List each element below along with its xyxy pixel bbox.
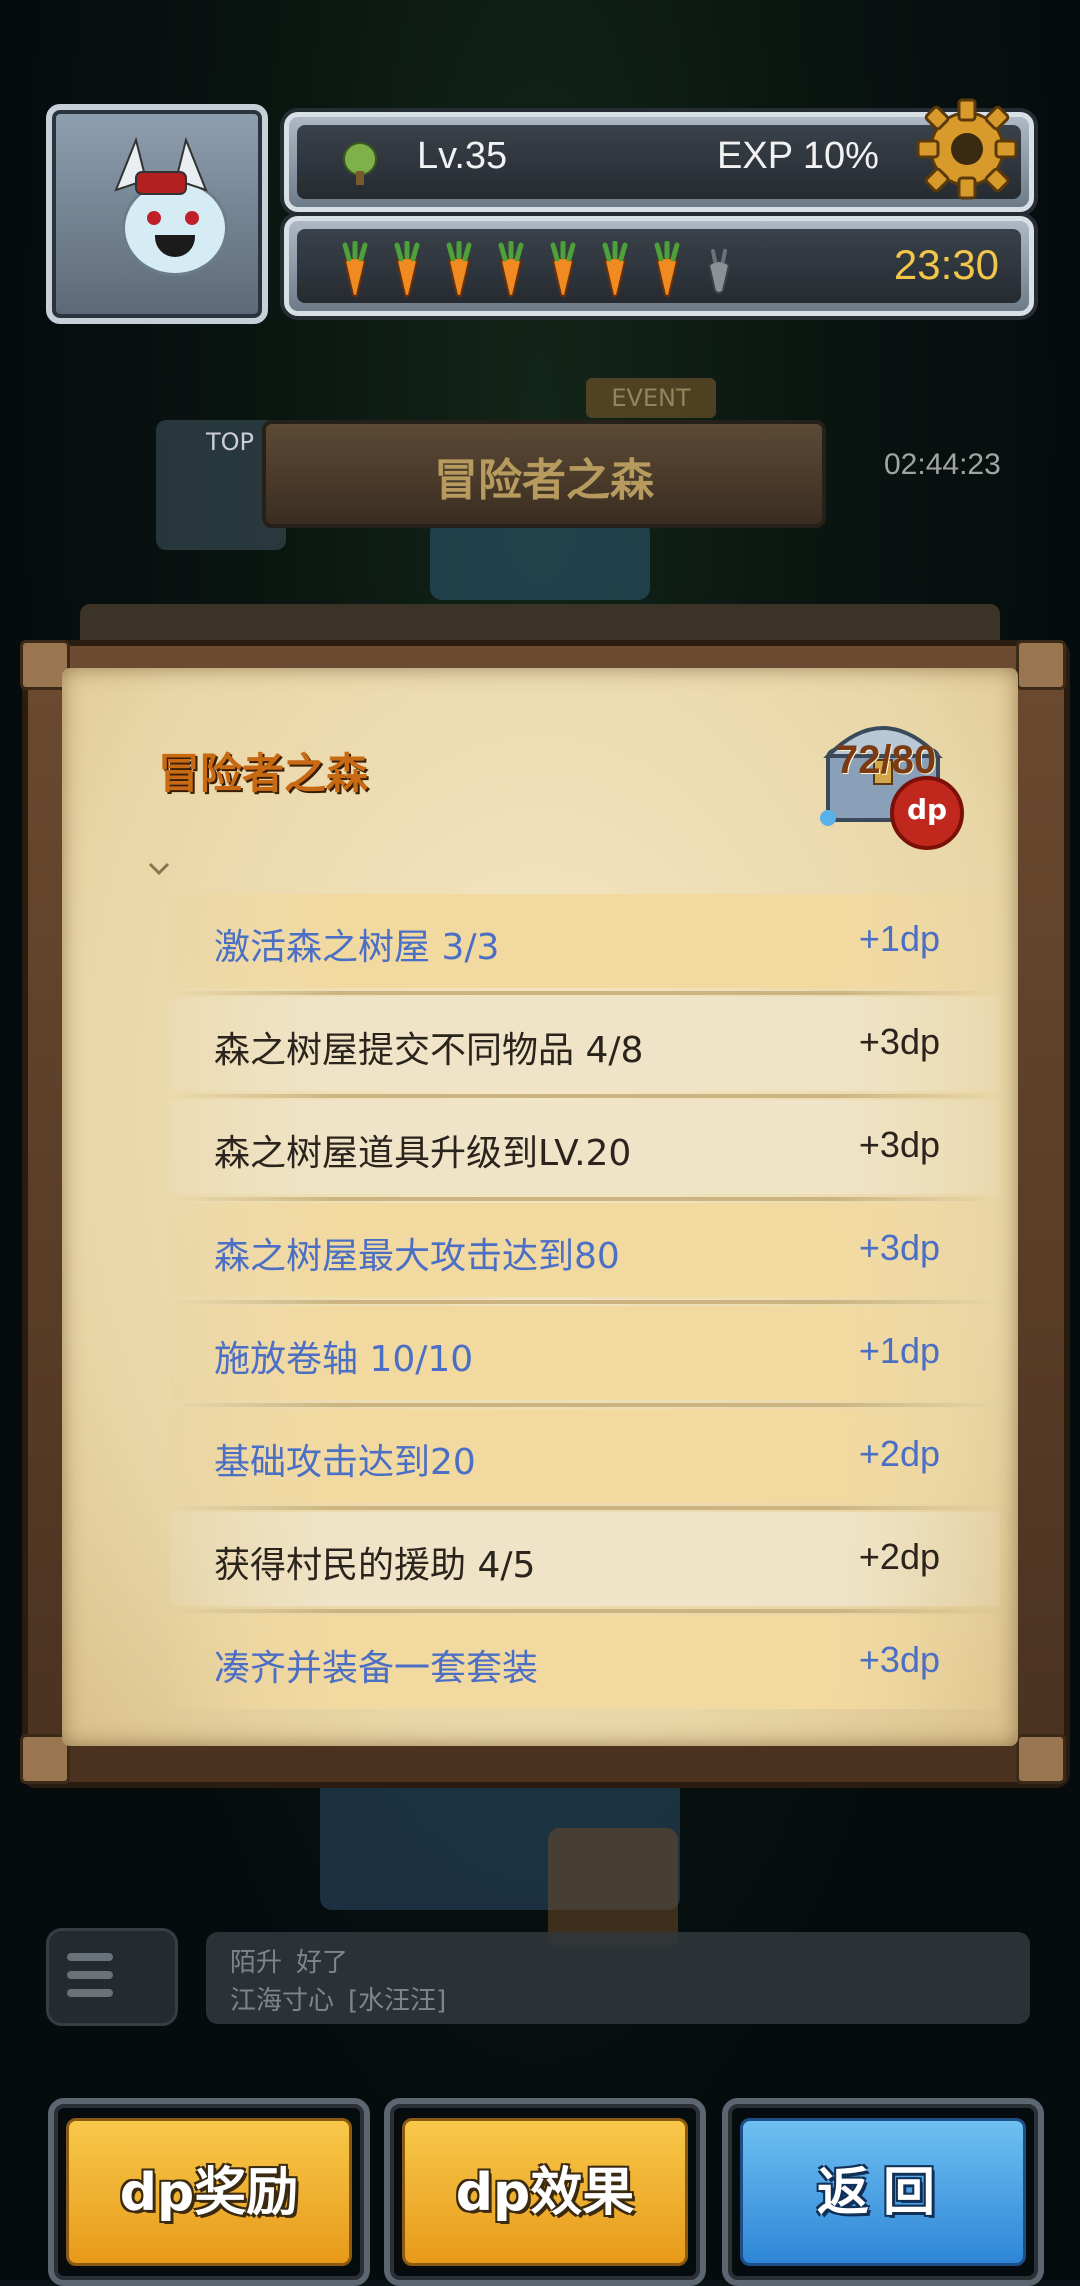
tree-icon bbox=[343, 142, 377, 185]
player-avatar[interactable] bbox=[46, 104, 268, 324]
chat-message: [水汪汪] bbox=[348, 1986, 447, 2016]
task-row[interactable]: 获得村民的援助 4/5 +2dp bbox=[170, 1512, 1000, 1613]
task-label: 施放卷轴 10/10 bbox=[214, 1339, 474, 1380]
chat-line: 陌升 好了 bbox=[230, 1942, 348, 1979]
task-row[interactable]: 森之树屋道具升级到LV.20 +3dp bbox=[170, 1100, 1000, 1201]
exp-text: EXP 10% bbox=[717, 135, 879, 177]
carrot-full-icon bbox=[654, 241, 680, 297]
dp-badge: dp bbox=[890, 776, 964, 850]
stamina-bar-inner: 23:30 bbox=[297, 229, 1021, 303]
carrot-full-icon bbox=[550, 241, 576, 297]
task-row[interactable]: 激活森之树屋 3/3 +1dp bbox=[170, 894, 1000, 995]
chat-menu-icon[interactable] bbox=[46, 1928, 178, 2026]
chat-user: 江海寸心 bbox=[230, 1986, 335, 2016]
task-row[interactable]: 森之树屋提交不同物品 4/8 +3dp bbox=[170, 997, 1000, 1098]
task-divider bbox=[170, 1403, 1000, 1407]
task-label: 获得村民的援助 4/5 bbox=[214, 1545, 536, 1586]
stamina-timer: 23:30 bbox=[893, 241, 999, 288]
task-row[interactable]: 森之树屋最大攻击达到80 +3dp bbox=[170, 1203, 1000, 1304]
region-banner: 冒险者之森 bbox=[262, 420, 826, 528]
task-reward: +1dp bbox=[858, 1330, 940, 1371]
level-bar-inner: Lv.35 EXP 10% bbox=[297, 125, 1021, 199]
task-divider bbox=[170, 1094, 1000, 1098]
panel-corner-br bbox=[1016, 1734, 1066, 1784]
map-path bbox=[430, 520, 650, 600]
carrot-full-icon bbox=[602, 241, 628, 297]
carrot-empty-icon bbox=[707, 249, 731, 294]
chat-icon-line bbox=[67, 1953, 113, 1961]
task-row[interactable]: 凑齐并装备一套套装 +3dp bbox=[170, 1615, 1000, 1709]
task-row[interactable]: 基础攻击达到20 +2dp bbox=[170, 1409, 1000, 1510]
back-label: 返回 bbox=[816, 2163, 949, 2223]
dp-reward-button[interactable]: dp奖励 bbox=[48, 2098, 370, 2286]
task-label: 激活森之树屋 3/3 bbox=[214, 927, 500, 968]
chat-line: 江海寸心 [水汪汪] bbox=[230, 1980, 446, 2017]
panel-title: 冒险者之森 bbox=[158, 749, 369, 798]
task-reward: +1dp bbox=[858, 918, 940, 959]
event-tag[interactable]: EVENT bbox=[586, 378, 716, 418]
event-timer: 02:44:23 bbox=[884, 448, 1001, 481]
top-tag-label: TOP bbox=[206, 428, 255, 456]
task-row[interactable]: 施放卷轴 10/10 +1dp bbox=[170, 1306, 1000, 1407]
chevron-down-icon bbox=[148, 862, 170, 876]
task-reward: +3dp bbox=[858, 1639, 940, 1680]
task-divider bbox=[170, 1300, 1000, 1304]
task-divider bbox=[170, 1506, 1000, 1510]
chat-user: 陌升 bbox=[230, 1948, 283, 1978]
region-banner-title: 冒险者之森 bbox=[434, 455, 654, 506]
task-label: 基础攻击达到20 bbox=[214, 1442, 476, 1483]
task-reward: +3dp bbox=[858, 1021, 940, 1062]
carrot-full-icon bbox=[394, 241, 420, 297]
task-reward: +2dp bbox=[858, 1536, 940, 1577]
task-reward: +3dp bbox=[858, 1124, 940, 1165]
task-list: 激活森之树屋 3/3 +1dp 森之树屋提交不同物品 4/8 +3dp 森之树屋道具… bbox=[170, 894, 1000, 1718]
dp-effect-label: dp效果 bbox=[455, 2163, 635, 2223]
dp-reward-label: dp奖励 bbox=[119, 2163, 299, 2223]
chat-icon-line bbox=[67, 1989, 113, 1997]
task-reward: +3dp bbox=[858, 1227, 940, 1268]
carrot-full-icon bbox=[446, 241, 472, 297]
task-label: 森之树屋道具升级到LV.20 bbox=[214, 1133, 632, 1174]
level-text: Lv.35 bbox=[417, 135, 508, 177]
task-label: 森之树屋最大攻击达到80 bbox=[214, 1236, 620, 1277]
helmet-icon bbox=[114, 136, 208, 195]
stamina-bar: 23:30 bbox=[284, 216, 1034, 316]
task-divider bbox=[170, 1197, 1000, 1201]
task-label: 森之树屋提交不同物品 4/8 bbox=[214, 1030, 644, 1071]
task-divider bbox=[170, 991, 1000, 995]
chat-preview[interactable]: 陌升 好了 江海寸心 [水汪汪] bbox=[206, 1932, 1030, 2024]
task-label: 凑齐并装备一套套装 bbox=[214, 1648, 539, 1689]
carrot-full-icon bbox=[342, 241, 368, 297]
chat-message: 好了 bbox=[296, 1948, 349, 1978]
task-divider bbox=[170, 1609, 1000, 1613]
dp-effect-button[interactable]: dp效果 bbox=[384, 2098, 706, 2286]
forum-building bbox=[548, 1828, 678, 1948]
settings-gear-icon[interactable] bbox=[914, 96, 1020, 202]
chat-icon-line bbox=[67, 1971, 113, 1979]
back-button[interactable]: 返回 bbox=[722, 2098, 1044, 2286]
stamina-carrots bbox=[331, 241, 743, 297]
panel-corner-tr bbox=[1016, 640, 1066, 690]
carrot-full-icon bbox=[498, 241, 524, 297]
task-reward: +2dp bbox=[858, 1433, 940, 1474]
